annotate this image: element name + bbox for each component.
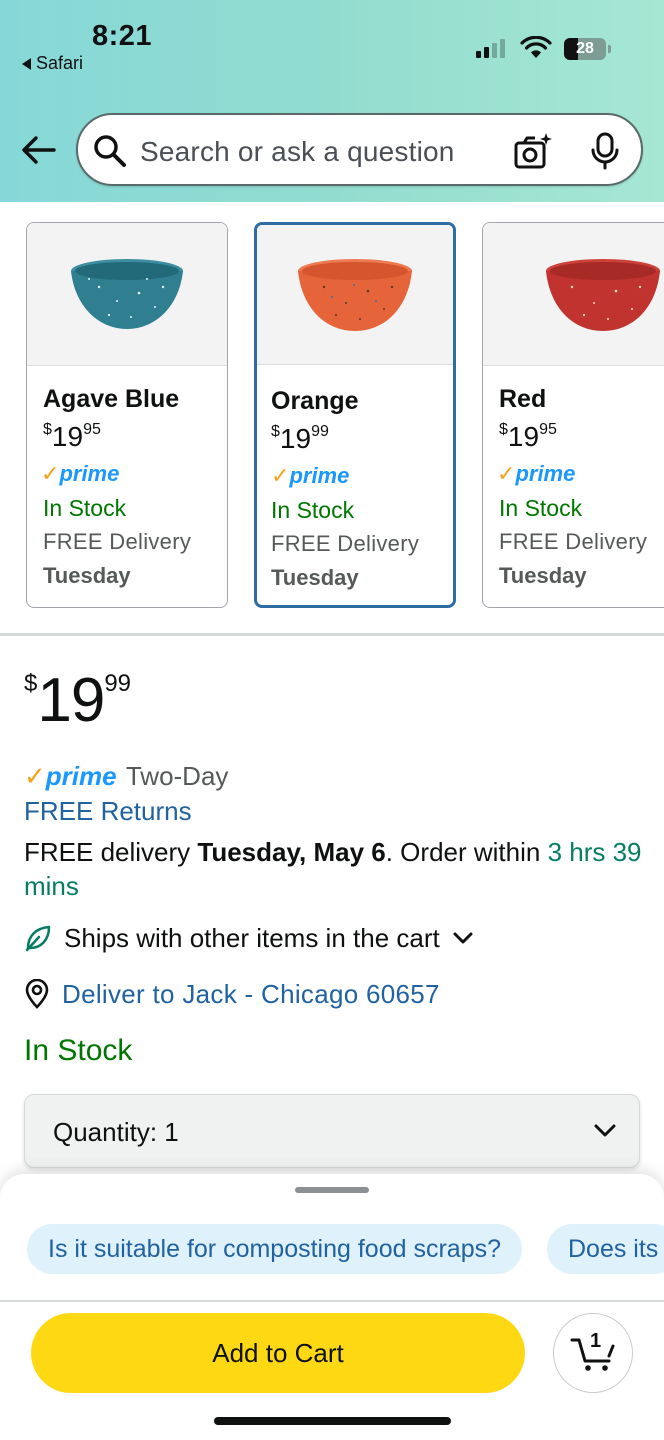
variant-image (27, 223, 227, 366)
ships-with-label: Ships with other items in the cart (64, 922, 440, 953)
quantity-label: Quantity: 1 (53, 1117, 179, 1147)
suggested-questions: Is it suitable for composting food scrap… (0, 1224, 664, 1274)
variant-image (257, 225, 453, 365)
home-indicator[interactable] (214, 1417, 451, 1425)
prime-badge: ✓prime (271, 463, 350, 488)
battery-icon: 28 (564, 38, 611, 60)
search-input[interactable]: Search or ask a question (140, 136, 455, 168)
variant-price: $1999 (271, 423, 329, 454)
variant-name: Agave Blue (43, 385, 180, 413)
question-chip[interactable]: Does its (547, 1224, 664, 1274)
deliver-to-link: Deliver to Jack - Chicago 60657 (62, 978, 440, 1009)
variant-price: $1995 (499, 421, 557, 452)
bowl-image (71, 259, 183, 329)
variant-price: $1995 (43, 421, 101, 452)
variant-delivery: FREE Delivery (499, 529, 648, 554)
bowl-image (546, 259, 660, 331)
back-triangle-icon (22, 57, 31, 70)
back-to-app[interactable]: Safari (22, 53, 83, 74)
microphone-icon[interactable] (588, 131, 622, 171)
delivery-estimate: FREE delivery Tuesday, May 6. Order with… (24, 837, 642, 901)
question-chip[interactable]: Is it suitable for composting food scrap… (27, 1224, 523, 1274)
variant-delivery-day: Tuesday (499, 563, 587, 588)
location-pin-icon (25, 979, 49, 1009)
battery-level: 28 (576, 40, 594, 57)
back-arrow-icon[interactable] (20, 134, 56, 166)
variant-stock: In Stock (271, 497, 355, 523)
variant-card-agave-blue[interactable]: Agave Blue $1995 ✓prime In Stock FREE De… (26, 222, 228, 608)
variant-delivery-day: Tuesday (271, 565, 359, 590)
section-divider (0, 633, 664, 636)
chevron-down-icon (453, 932, 473, 944)
camera-icon[interactable] (512, 131, 554, 171)
cart-count-badge: 1 (590, 1330, 602, 1352)
back-app-label: Safari (36, 53, 84, 73)
leaf-icon (25, 925, 51, 952)
search-icon (94, 135, 126, 167)
free-returns-link[interactable]: FREE Returns (24, 796, 192, 827)
product-price: $1999 (24, 666, 132, 735)
wifi-icon (520, 36, 552, 58)
variant-stock: In Stock (499, 495, 583, 521)
search-bar[interactable]: Search or ask a question (76, 113, 643, 186)
variant-card-orange[interactable]: Orange $1999 ✓prime In Stock FREE Delive… (254, 222, 456, 608)
header-bar: 8:21 Safari 28 Search or ask a question (0, 0, 664, 202)
prime-badge: ✓prime (497, 461, 576, 486)
variant-delivery: FREE Delivery (43, 529, 192, 554)
sheet-grabber[interactable] (295, 1187, 369, 1193)
bowl-image (298, 259, 412, 331)
variant-delivery: FREE Delivery (271, 531, 420, 556)
quantity-dropdown[interactable]: Quantity: 1 (24, 1094, 640, 1168)
cellular-signal-icon (476, 39, 505, 58)
sheet-divider (0, 1300, 664, 1302)
variant-delivery-day: Tuesday (43, 563, 131, 588)
add-to-cart-button[interactable]: Add to Cart (31, 1313, 525, 1393)
variant-name: Red (499, 385, 547, 413)
variant-card-red[interactable]: Red $1995 ✓prime In Stock FREE Delivery … (482, 222, 664, 608)
ships-with-cart-row[interactable]: Ships with other items in the cart (24, 921, 474, 955)
prime-badge: ✓prime (41, 461, 120, 486)
variant-selector: Agave Blue $1995 ✓prime In Stock FREE De… (0, 202, 664, 634)
variant-image (483, 223, 664, 366)
chevron-down-icon (594, 1124, 616, 1137)
prime-two-day-badge: ✓prime Two-Day (24, 761, 229, 791)
status-time: 8:21 (92, 20, 153, 52)
variant-stock: In Stock (43, 495, 127, 521)
deliver-to-location[interactable]: Deliver to Jack - Chicago 60657 (24, 976, 440, 1012)
bottom-sheet: Is it suitable for composting food scrap… (0, 1174, 664, 1440)
cart-button[interactable]: 1 (553, 1313, 633, 1393)
variant-name: Orange (271, 387, 359, 415)
availability-status: In Stock (24, 1034, 133, 1067)
